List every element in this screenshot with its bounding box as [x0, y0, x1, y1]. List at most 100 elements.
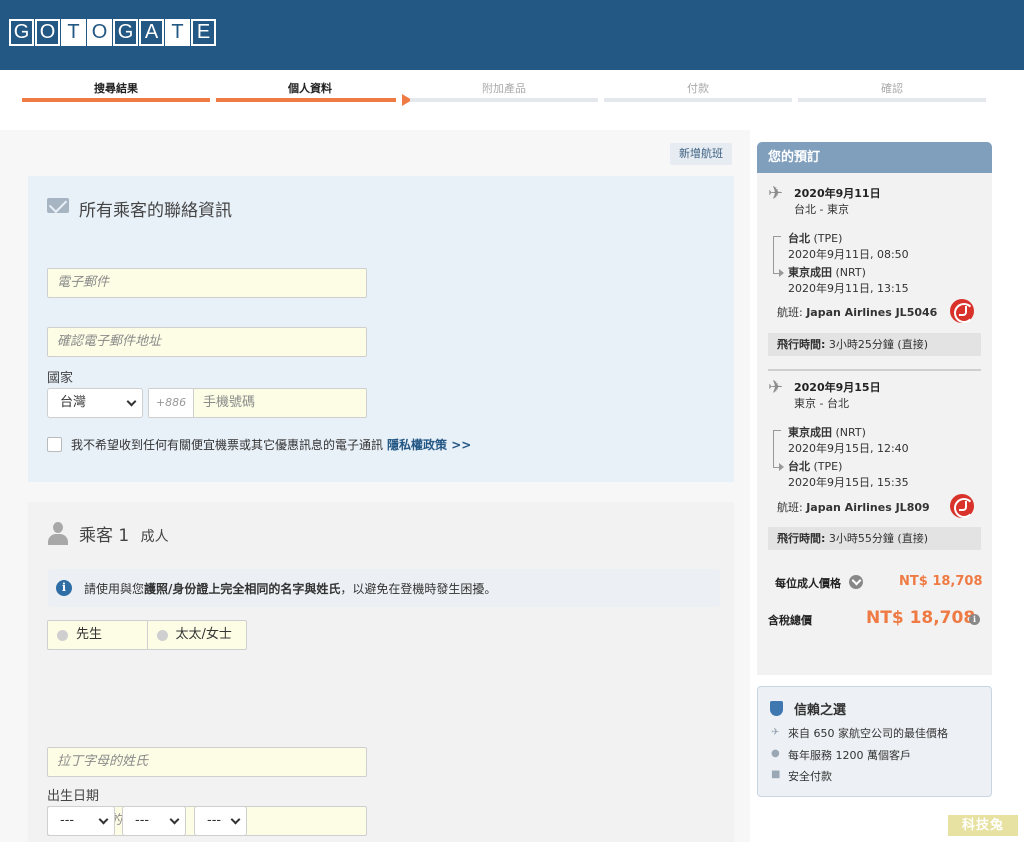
- step-search-results: 搜尋結果: [22, 82, 210, 102]
- summary-title: 您的預訂: [757, 142, 992, 173]
- info-icon: i: [56, 580, 72, 596]
- email-field[interactable]: 電子郵件: [47, 268, 367, 298]
- logo-letter: E: [191, 19, 216, 46]
- lock-icon: ■: [771, 769, 781, 780]
- step-label: 附加產品: [482, 82, 526, 95]
- trust-box: 信賴之選 ✈ 來自 650 家航空公司的最佳價格 ● 每年服務 1200 萬個客…: [757, 686, 992, 797]
- shield-icon: [770, 701, 783, 716]
- step-payment: 付款: [604, 82, 792, 102]
- optout-text: 我不希望收到任何有關便宜機票或其它優惠訊息的電子通訊 隱私權政策 >>: [71, 436, 471, 453]
- gender-label: 先生: [76, 627, 103, 642]
- confirm-email-field[interactable]: 確認電子郵件地址: [47, 327, 367, 357]
- add-flight-button[interactable]: 新增航班: [670, 143, 732, 165]
- progress-steps: 搜尋結果 個人資料 附加產品 付款 確認: [22, 82, 986, 106]
- arrival-time: 2020年9月15日, 15:35: [788, 476, 909, 489]
- phone-prefix: +886: [149, 389, 194, 417]
- airplane-icon: ✈: [768, 183, 784, 204]
- top-header: G O T O G A T E: [0, 0, 1024, 70]
- departure-line: 東京成田 (NRT): [788, 426, 866, 439]
- logo-letter: T: [165, 19, 190, 46]
- arrival-line: 東京成田 (NRT): [788, 266, 866, 279]
- passenger-title: 乘客 1 成人: [79, 521, 169, 546]
- dob-year-select[interactable]: ---: [194, 806, 247, 836]
- name-notice: i 請使用與您護照/身份證上完全相同的名字與姓氏，以避免在登機時發生困擾。: [48, 569, 720, 607]
- person-icon: ●: [771, 748, 780, 759]
- page-body: 搜尋結果 個人資料 附加產品 付款 確認 新增航班 所有乘客的聯絡資訊 電子郵件…: [0, 70, 1024, 842]
- contact-info-panel: 所有乘客的聯絡資訊 電子郵件 確認電子郵件地址 國家 台灣 +886 手機號碼 …: [28, 176, 734, 482]
- dob-month-select[interactable]: ---: [122, 806, 186, 836]
- optout-label: 我不希望收到任何有關便宜機票或其它優惠訊息的電子通訊: [71, 438, 384, 452]
- country-value: 台灣: [60, 395, 87, 410]
- chevron-down-icon[interactable]: [849, 575, 863, 589]
- watermark: 科技兔: [948, 815, 1018, 836]
- flight-duration: 飛行時間: 3小時25分鐘 (直接): [768, 333, 981, 356]
- divider: [768, 369, 981, 371]
- trust-row: 安全付款: [788, 770, 832, 783]
- surname-field[interactable]: 拉丁字母的姓氏: [47, 747, 367, 777]
- step-label: 搜尋結果: [94, 82, 138, 95]
- arrival-time: 2020年9月11日, 13:15: [788, 282, 909, 295]
- booking-summary: 您的預訂 ✈ 2020年9月11日 台北 - 東京 台北 (TPE) 2020年…: [757, 142, 992, 675]
- gender-option-mr[interactable]: 先生: [48, 621, 147, 649]
- logo-letter: A: [139, 19, 164, 46]
- dob-day-value: ---: [60, 813, 75, 828]
- step-bar: [216, 98, 396, 102]
- contact-title: 所有乘客的聯絡資訊: [79, 201, 232, 221]
- trust-row: 每年服務 1200 萬個客戶: [788, 749, 911, 762]
- step-bar: [798, 98, 986, 102]
- step-extras: 附加產品: [410, 82, 598, 102]
- chevron-down-icon: [230, 814, 241, 825]
- passenger-number: 乘客 1: [79, 526, 130, 546]
- step-bar: [22, 98, 210, 102]
- gender-option-mrs[interactable]: 太太/女士: [146, 621, 247, 649]
- country-label: 國家: [47, 371, 74, 386]
- phone-field[interactable]: +886 手機號碼: [148, 388, 367, 418]
- leg-date: 2020年9月15日: [794, 381, 881, 394]
- radio-icon: [156, 630, 168, 641]
- trust-row: 來自 650 家航空公司的最佳價格: [788, 727, 948, 740]
- country-select[interactable]: 台灣: [47, 388, 143, 418]
- logo-letter: O: [35, 19, 60, 46]
- leg-route: 東京 - 台北: [794, 397, 849, 410]
- flight-number: 航班: Japan Airlines JL809: [777, 501, 930, 514]
- leg-connector: [773, 430, 784, 471]
- dob-month-value: ---: [135, 813, 150, 828]
- passenger-type: 成人: [140, 529, 169, 545]
- logo-letter: G: [9, 19, 34, 46]
- passenger-panel: 乘客 1 成人 i 請使用與您護照/身份證上完全相同的名字與姓氏，以避免在登機時…: [28, 502, 734, 842]
- chevron-down-icon: [126, 396, 137, 407]
- per-adult-label: 每位成人價格: [775, 577, 841, 590]
- logo-letter: O: [87, 19, 112, 46]
- gender-label: 太太/女士: [175, 627, 232, 642]
- flight-number: 航班: Japan Airlines JL5046: [777, 306, 938, 319]
- dob-day-select[interactable]: ---: [47, 806, 115, 836]
- departure-line: 台北 (TPE): [788, 232, 843, 245]
- step-label: 付款: [687, 82, 709, 95]
- gotogate-logo[interactable]: G O T O G A T E: [9, 19, 217, 46]
- info-icon[interactable]: i: [969, 614, 980, 625]
- departure-time: 2020年9月11日, 08:50: [788, 248, 909, 261]
- dob-label: 出生日期: [47, 789, 100, 804]
- step-personal-info: 個人資料: [216, 82, 412, 106]
- leg-route: 台北 - 東京: [794, 203, 849, 216]
- total-label: 含稅總價: [768, 614, 812, 627]
- chevron-down-icon: [98, 814, 109, 825]
- step-label: 個人資料: [288, 82, 332, 95]
- logo-letter: G: [113, 19, 138, 46]
- chevron-down-icon: [169, 814, 180, 825]
- per-adult-price: NT$ 18,708: [899, 574, 983, 589]
- mail-icon: [47, 198, 69, 213]
- trust-title: 信賴之選: [794, 703, 847, 718]
- person-icon: [48, 522, 68, 546]
- airplane-icon: ✈: [768, 377, 784, 398]
- step-confirm: 確認: [798, 82, 986, 102]
- arrival-line: 台北 (TPE): [788, 460, 843, 473]
- radio-icon: [57, 630, 68, 641]
- privacy-policy-link[interactable]: 隱私權政策 >>: [387, 438, 471, 452]
- phone-placeholder: 手機號碼: [203, 395, 256, 410]
- flight-duration: 飛行時間: 3小時55分鐘 (直接): [768, 527, 981, 550]
- japan-airlines-logo-icon: [950, 494, 974, 518]
- leg-connector: [773, 236, 784, 277]
- step-bar: [604, 98, 792, 102]
- optout-checkbox[interactable]: [47, 437, 62, 452]
